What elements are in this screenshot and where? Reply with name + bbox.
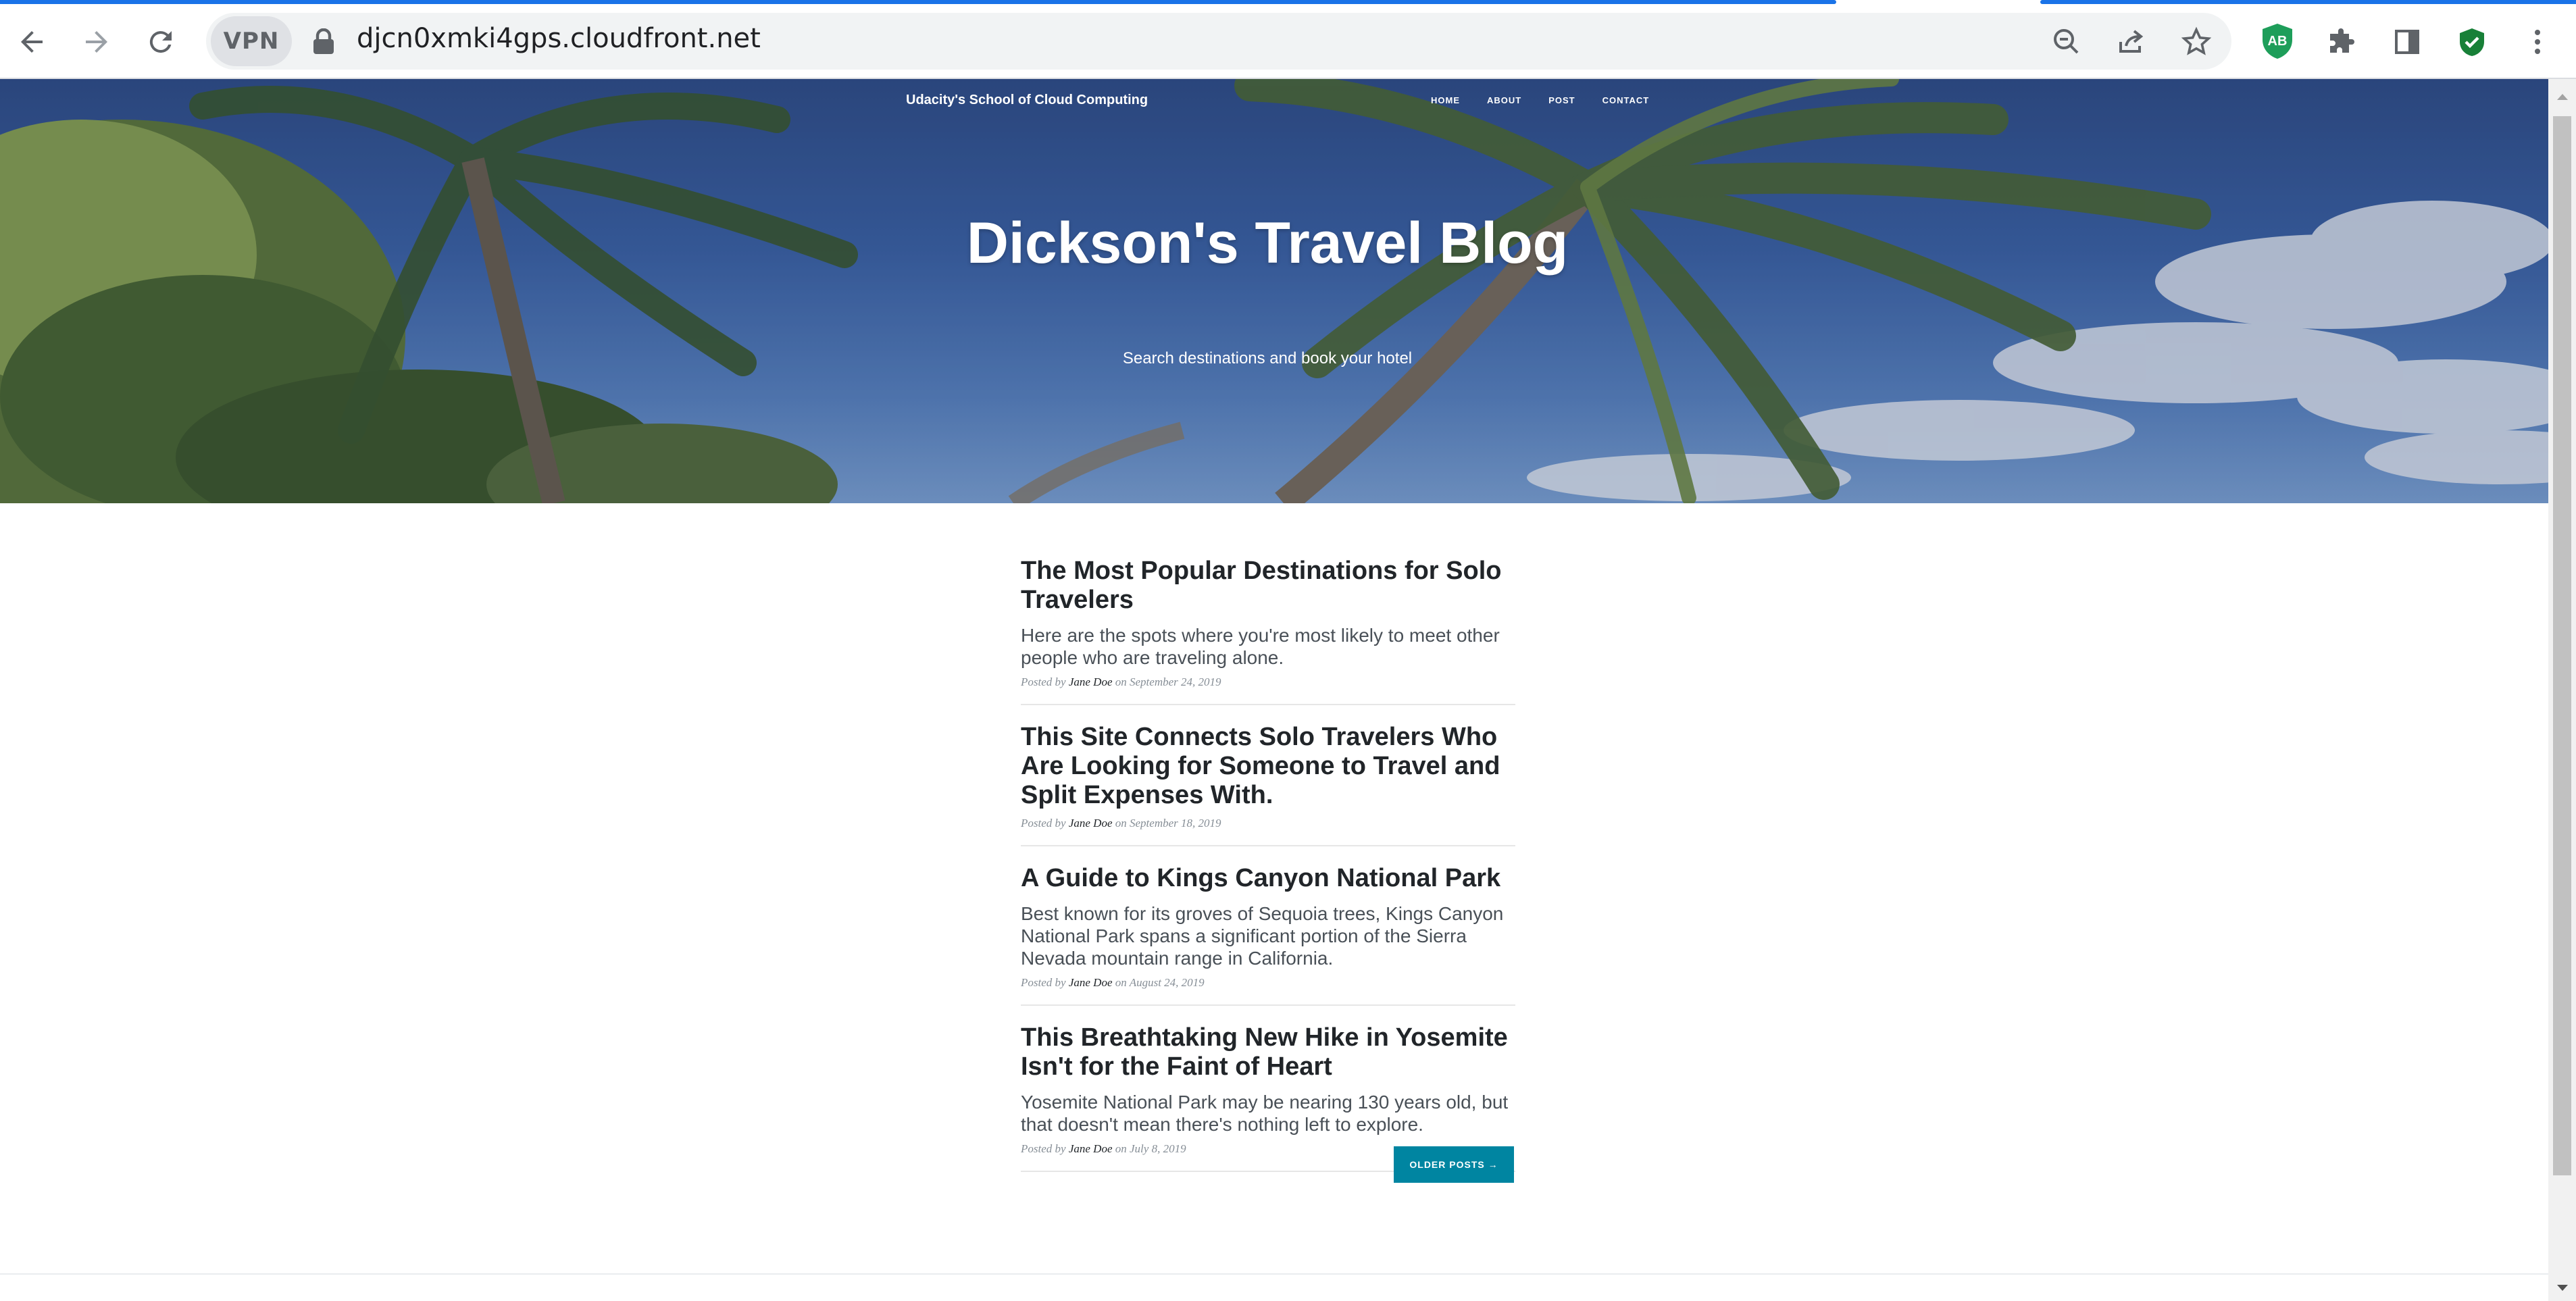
post-list: The Most Popular Destinations for Solo T… <box>1021 557 1515 1190</box>
post-date: August 24, 2019 <box>1129 976 1205 989</box>
post-date: July 8, 2019 <box>1130 1142 1186 1155</box>
post-preview: The Most Popular Destinations for Solo T… <box>1021 557 1515 705</box>
nav-contact[interactable]: Contact <box>1589 95 1663 105</box>
page-divider <box>0 1273 2548 1275</box>
share-button[interactable] <box>2106 16 2157 68</box>
post-author-link[interactable]: Jane Doe <box>1069 675 1113 688</box>
page-load-progress <box>0 0 1836 4</box>
extensions-button[interactable] <box>2317 16 2368 68</box>
post-title-link[interactable]: The Most Popular Destinations for Solo T… <box>1021 557 1515 615</box>
caret-down-icon <box>2556 1285 2568 1291</box>
arrow-left-icon <box>21 31 43 53</box>
post-author-link[interactable]: Jane Doe <box>1069 817 1113 830</box>
post-title-link[interactable]: A Guide to Kings Canyon National Park <box>1021 864 1515 893</box>
post-meta: Posted by Jane Doe on August 24, 2019 <box>1021 976 1205 989</box>
post-subtitle[interactable]: Here are the spots where you're most lik… <box>1021 624 1515 669</box>
scrollbar-thumb[interactable] <box>2553 116 2571 1175</box>
back-button[interactable] <box>6 16 57 68</box>
page-load-progress-tail <box>2040 0 2576 4</box>
security-extension-button[interactable] <box>2446 16 2498 68</box>
post-author-link[interactable]: Jane Doe <box>1069 976 1113 989</box>
caret-up-icon <box>2556 94 2568 100</box>
post-preview: A Guide to Kings Canyon National Park Be… <box>1021 864 1515 1006</box>
post-subtitle[interactable]: Best known for its groves of Sequoia tre… <box>1021 902 1515 969</box>
main-nav: Home About Post Contact <box>1417 95 1663 105</box>
web-page: Udacity's School of Cloud Computing Home… <box>0 79 2548 1301</box>
zoom-out-icon <box>2054 29 2079 54</box>
site-brand-link[interactable]: Udacity's School of Cloud Computing <box>906 93 1148 108</box>
post-author-link[interactable]: Jane Doe <box>1069 1142 1113 1155</box>
older-posts-button[interactable]: Older Posts → <box>1394 1146 1514 1183</box>
post-preview: This Site Connects Solo Travelers Who Ar… <box>1021 723 1515 846</box>
post-title-link[interactable]: This Breathtaking New Hike in Yosemite I… <box>1021 1023 1515 1081</box>
vpn-label: VPN <box>223 28 280 55</box>
nav-post[interactable]: Post <box>1535 95 1588 105</box>
lock-icon[interactable] <box>312 28 335 55</box>
nav-home[interactable]: Home <box>1417 95 1473 105</box>
post-subtitle[interactable]: Yosemite National Park may be nearing 13… <box>1021 1091 1515 1136</box>
reload-button[interactable] <box>135 16 186 68</box>
browser-window: VPN djcn0xmki4gps.cloudfront.net AB Udac… <box>0 0 2576 1301</box>
hero-subtitle: Search destinations and book your hotel <box>1122 349 1413 367</box>
bookmark-button[interactable] <box>2171 16 2222 68</box>
post-meta: Posted by Jane Doe on September 18, 2019 <box>1021 817 1221 830</box>
arrow-right-icon <box>86 31 107 53</box>
side-panel-button[interactable] <box>2381 16 2433 68</box>
scroll-down-button[interactable] <box>2553 1278 2571 1298</box>
hero-overlay <box>0 79 2548 503</box>
nav-about[interactable]: About <box>1473 95 1535 105</box>
scroll-up-button[interactable] <box>2553 86 2571 107</box>
browser-menu-button[interactable] <box>2512 16 2563 68</box>
share-icon <box>2119 30 2144 53</box>
hero-header: Udacity's School of Cloud Computing Home… <box>0 79 2548 503</box>
shield-check-icon <box>2460 28 2484 56</box>
hero-title: Dickson's Travel Blog <box>966 211 1569 276</box>
browser-toolbar: VPN djcn0xmki4gps.cloudfront.net AB <box>0 0 2576 79</box>
more-vertical-icon <box>2535 30 2540 54</box>
forward-button[interactable] <box>71 16 122 68</box>
adblock-extension-button[interactable]: AB <box>2260 22 2295 60</box>
star-icon <box>2181 26 2212 55</box>
post-title-link[interactable]: This Site Connects Solo Travelers Who Ar… <box>1021 723 1515 810</box>
vpn-button[interactable]: VPN <box>211 16 292 66</box>
post-date: September 18, 2019 <box>1130 817 1221 830</box>
adblock-badge-label: AB <box>2267 33 2288 49</box>
post-date: September 24, 2019 <box>1130 675 1221 688</box>
reload-icon <box>149 31 172 53</box>
zoom-button[interactable] <box>2041 16 2092 68</box>
side-panel-icon <box>2395 30 2419 54</box>
puzzle-icon <box>2330 28 2354 53</box>
post-meta: Posted by Jane Doe on September 24, 2019 <box>1021 675 1221 688</box>
url-text[interactable]: djcn0xmki4gps.cloudfront.net <box>357 23 761 54</box>
